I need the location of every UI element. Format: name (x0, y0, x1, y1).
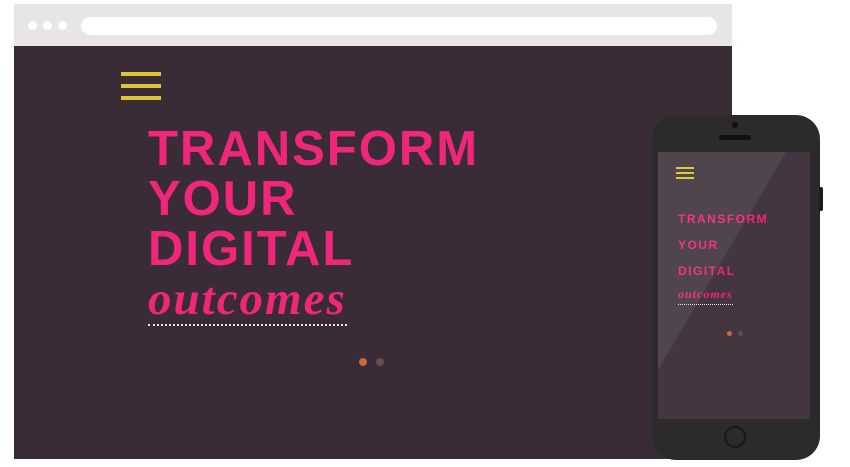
desktop-page-viewport: TRANSFORM YOUR DIGITAL outcomes (14, 46, 732, 459)
hero-line-transform: TRANSFORM (148, 122, 480, 176)
phone-home-button[interactable] (724, 426, 746, 448)
hero-line-your: YOUR (148, 172, 298, 226)
mobile-phone-mockup: TRANSFORM YOUR DIGITAL outcomes (652, 115, 823, 460)
window-minimize-dot[interactable] (43, 21, 52, 30)
phone-speaker (719, 135, 751, 140)
slide-dot-1[interactable] (359, 358, 367, 366)
slide-dot-2[interactable] (376, 358, 384, 366)
address-bar[interactable] (81, 17, 717, 35)
screen-glare-overlay (658, 152, 786, 370)
desktop-browser-mockup: TRANSFORM YOUR DIGITAL outcomes (14, 4, 732, 459)
hero-line-digital: DIGITAL (148, 222, 355, 276)
browser-title-bar (14, 4, 732, 46)
window-maximize-dot[interactable] (58, 21, 67, 30)
window-close-dot[interactable] (28, 21, 37, 30)
hamburger-bar (121, 84, 161, 88)
mobile-page-viewport: TRANSFORM YOUR DIGITAL outcomes (658, 152, 810, 419)
hamburger-bar (121, 96, 161, 100)
hamburger-menu-icon[interactable] (121, 72, 161, 102)
phone-side-button (819, 187, 823, 211)
hamburger-bar (121, 72, 161, 76)
hero-headline: TRANSFORM YOUR DIGITAL outcomes (148, 124, 568, 326)
phone-camera (732, 122, 738, 128)
hero-emphasis-outcomes[interactable]: outcomes (148, 274, 347, 326)
